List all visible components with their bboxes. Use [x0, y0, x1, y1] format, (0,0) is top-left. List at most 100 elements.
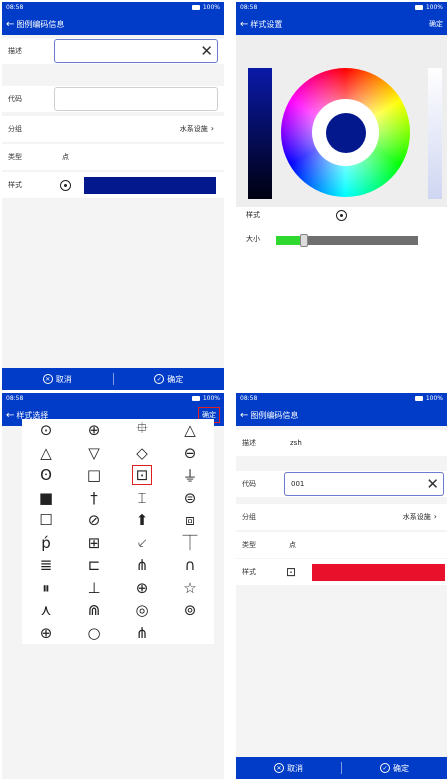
status-bar: 08:58 100% [236, 2, 447, 13]
battery-text: 100% [202, 395, 220, 402]
symbol-option-icon[interactable]: ⊙ [22, 419, 70, 442]
back-arrow-icon[interactable]: ← [6, 19, 14, 30]
symbol-option-icon[interactable]: ⊕ [70, 419, 118, 442]
type-value: 点 [289, 541, 296, 549]
battery-text: 100% [202, 4, 220, 11]
symbol-option-icon[interactable]: ⏸ [22, 577, 70, 600]
symbol-option-icon[interactable]: ⋏ [22, 599, 70, 622]
style-color-swatch[interactable] [312, 563, 445, 581]
symbol-option-icon[interactable]: ⊥ [70, 577, 118, 600]
symbol-option-icon[interactable]: ⌶ [118, 487, 166, 510]
back-arrow-icon[interactable]: ← [240, 410, 248, 421]
brightness-bar[interactable] [248, 68, 272, 199]
symbol-option-icon[interactable]: ◇ [118, 442, 166, 465]
app-bar: ← 样式设置 确定 [236, 13, 447, 35]
style-label: 样式 [242, 568, 256, 576]
confirm-button[interactable]: ✓ 确定 [114, 374, 225, 385]
description-input[interactable]: zsh [284, 431, 444, 455]
symbol-option-icon[interactable]: ⬆ [118, 509, 166, 532]
symbol-option-icon[interactable]: ○ [70, 622, 118, 645]
symbol-option-icon[interactable]: △ [166, 419, 214, 442]
symbol-option-icon[interactable]: ⊜ [166, 487, 214, 510]
row-description: 描述 zsh [236, 430, 447, 456]
status-bar: 08:58 100% [2, 393, 224, 404]
cancel-button[interactable]: ✕ 取消 [236, 763, 341, 774]
symbol-option-icon[interactable]: ▽ [70, 442, 118, 465]
symbol-option-icon[interactable]: ⊕ [118, 577, 166, 600]
style-symbol-icon[interactable]: ⊡ [286, 565, 296, 579]
confirm-label: 确定 [393, 763, 409, 773]
symbol-option-icon[interactable]: ⊚ [166, 599, 214, 622]
battery-icon [191, 5, 200, 10]
symbol-option-icon[interactable]: ■ [22, 487, 70, 510]
chevron-right-icon: › [210, 124, 214, 133]
symbol-option-icon[interactable]: ⊏ [70, 554, 118, 577]
battery-text: 100% [425, 4, 443, 11]
code-value: 001 [291, 480, 305, 488]
style-symbol-icon[interactable] [336, 209, 347, 221]
row-group[interactable]: 分组 水系设施 › [236, 504, 447, 530]
symbol-option-icon[interactable]: ⯐ [118, 419, 166, 442]
symbol-option-icon[interactable]: ⏚ [166, 464, 214, 487]
symbol-option-icon[interactable]: ◎ [118, 599, 166, 622]
type-label: 类型 [8, 153, 22, 161]
style-color-swatch[interactable] [84, 176, 216, 194]
symbol-option-icon[interactable]: ∩ [166, 554, 214, 577]
style-symbol-icon[interactable] [60, 179, 71, 191]
symbol-option-icon[interactable]: ⏉ [166, 532, 214, 555]
style-label: 样式 [8, 181, 22, 189]
code-input[interactable] [54, 87, 218, 111]
group-value[interactable]: 水系设施 › [180, 124, 214, 134]
symbol-option-icon[interactable]: ⊖ [166, 442, 214, 465]
size-slider-thumb[interactable] [300, 234, 309, 247]
color-wheel[interactable] [281, 68, 410, 197]
group-value[interactable]: 水系设施 › [403, 512, 437, 522]
symbol-option-icon[interactable]: ≣ [22, 554, 70, 577]
color-preview [312, 99, 379, 166]
app-bar: ← 图例编码信息 [236, 404, 447, 426]
symbol-option-icon[interactable]: ʘ [22, 464, 70, 487]
row-style[interactable]: 样式 ⊡ [236, 559, 447, 585]
cancel-button[interactable]: ✕ 取消 [2, 374, 113, 385]
symbol-option-icon[interactable]: △ [22, 442, 70, 465]
type-label: 类型 [242, 541, 256, 549]
back-arrow-icon[interactable]: ← [240, 19, 248, 30]
confirm-label: 确定 [167, 374, 184, 384]
clear-icon[interactable]: ✕ [426, 475, 439, 493]
symbol-option-icon[interactable]: ☆ [166, 577, 214, 600]
symbol-option-icon[interactable]: ☐ [22, 509, 70, 532]
confirm-button[interactable]: ✓ 确定 [342, 763, 447, 774]
symbol-option-icon[interactable]: ṕ [22, 532, 70, 555]
status-time: 08:58 [6, 4, 24, 11]
row-code: 代码 [2, 86, 224, 112]
symbol-option-icon[interactable]: ⊞ [70, 532, 118, 555]
row-style: 样式 [236, 206, 447, 224]
status-time: 08:58 [240, 4, 258, 11]
symbol-option-icon[interactable]: ⧈ [166, 509, 214, 532]
symbol-option-icon[interactable]: † [70, 487, 118, 510]
row-style[interactable]: 样式 [2, 172, 224, 198]
battery-icon [191, 396, 200, 401]
symbol-option-icon[interactable]: ⊡ [118, 464, 166, 487]
status-time: 08:58 [6, 395, 24, 402]
symbol-option-icon[interactable]: ⸔ [118, 532, 166, 555]
symbol-option-icon[interactable]: ⋒ [70, 599, 118, 622]
code-input[interactable]: 001 ✕ [284, 472, 444, 496]
chevron-right-icon: › [433, 512, 437, 521]
clear-icon[interactable]: ✕ [200, 42, 213, 60]
status-time: 08:58 [240, 395, 258, 402]
size-slider[interactable] [276, 234, 418, 247]
saturation-bar[interactable] [428, 68, 442, 199]
symbol-option-icon[interactable]: □ [70, 464, 118, 487]
app-bar: ← 图例编码信息 [2, 13, 224, 35]
confirm-icon: ✓ [154, 374, 165, 384]
confirm-action[interactable]: 确定 [429, 19, 443, 29]
symbol-option-icon[interactable]: ⊕ [22, 622, 70, 645]
symbol-option-icon[interactable]: ⋔ [118, 554, 166, 577]
row-group[interactable]: 分组 水系设施 › [2, 116, 224, 142]
symbol-option-icon[interactable]: ⋔ [118, 622, 166, 645]
description-input[interactable]: ✕ [54, 39, 218, 63]
symbol-option-icon[interactable]: ⊘ [70, 509, 118, 532]
back-arrow-icon[interactable]: ← [6, 410, 14, 421]
panel-legend-info-filled: 08:58 100% ← 图例编码信息 描述 zsh 代码 001 ✕ 分组 水系… [236, 393, 447, 779]
